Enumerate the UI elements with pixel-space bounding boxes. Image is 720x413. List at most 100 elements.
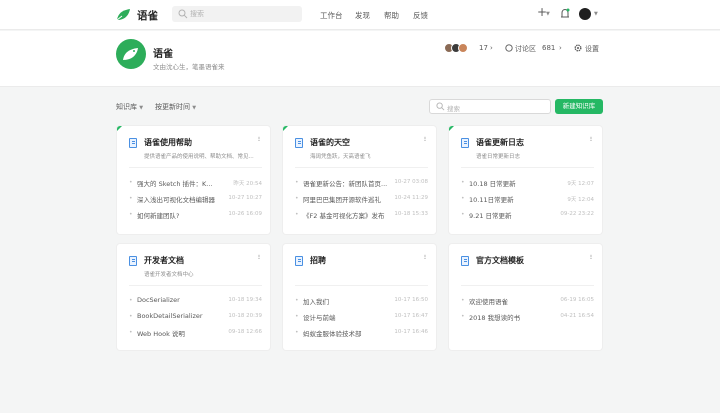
doc-title[interactable]: BookDetailSerializer xyxy=(137,312,232,320)
repo-header: 语雀 文由沈心生，笔墨语雀来 17 › 讨论区 681 › 设置 xyxy=(0,31,720,87)
list-item[interactable]: • 欢迎使用语雀 06-19 16:05 xyxy=(461,294,594,310)
list-item[interactable]: • 10.11日常更新 9天 12:04 xyxy=(461,192,594,208)
list-item[interactable]: • 2018 我想读的书 04-21 16:54 xyxy=(461,310,594,326)
bell-icon[interactable] xyxy=(560,8,570,20)
user-avatar[interactable] xyxy=(579,8,591,20)
chevron-down-icon: ▼ xyxy=(192,105,197,111)
doc-title[interactable]: 10.18 日常更新 xyxy=(469,178,564,188)
bullet: • xyxy=(129,195,133,202)
card-description: 语雀日常更新日志 xyxy=(476,154,521,160)
more-options-icon[interactable]: ··· xyxy=(420,136,429,141)
new-repo-button[interactable]: 新建知识库 xyxy=(555,99,603,114)
search-icon xyxy=(178,9,188,19)
chevron-right-icon: › xyxy=(559,44,562,52)
list-item[interactable]: • 10.18 日常更新 9天 12:07 xyxy=(461,176,594,192)
doc-date: 10-17 16:47 xyxy=(394,313,428,319)
doc-title[interactable]: 蚂蚁金服体验技术部 xyxy=(303,328,398,338)
doc-title[interactable]: 10.11日常更新 xyxy=(469,194,564,204)
list-item[interactable]: • 设计与前端 10-17 16:47 xyxy=(295,310,428,326)
doc-title[interactable]: 设计与前端 xyxy=(303,312,398,322)
member-avatars[interactable] xyxy=(444,43,474,53)
more-options-icon[interactable]: ··· xyxy=(254,254,263,259)
list-item[interactable]: • 强大的 Sketch 插件：K... 昨天 20:54 xyxy=(129,176,262,192)
doc-title[interactable]: 《F2 基金可视化方案》发布 xyxy=(303,210,398,220)
bird-icon xyxy=(123,48,138,60)
global-search-input[interactable]: 搜索 xyxy=(172,6,302,22)
list-item[interactable]: • 阿里巴巴集团开源软件巡礼 10-24 11:29 xyxy=(295,192,428,208)
repo-search-input[interactable]: 搜索 xyxy=(429,99,551,114)
list-item[interactable]: • 加入我们 10-17 16:50 xyxy=(295,294,428,310)
list-item[interactable]: • 《F2 基金可视化方案》发布 10-18 15:33 xyxy=(295,208,428,224)
doc-title[interactable]: DocSerializer xyxy=(137,296,232,304)
book-icon xyxy=(129,256,137,266)
brand-name[interactable]: 语雀 xyxy=(137,8,158,23)
nav-help[interactable]: 帮助 xyxy=(384,10,399,21)
doc-title[interactable]: 深入浅出可视化文档编辑器 xyxy=(137,194,232,204)
list-item[interactable]: • 如何新建团队? 10-26 16:09 xyxy=(129,208,262,224)
list-item[interactable]: • DocSerializer 10-18 19:34 xyxy=(129,294,262,310)
card-title[interactable]: 官方文档模板 xyxy=(476,255,524,266)
doc-date: 10-27 10:27 xyxy=(228,195,262,201)
book-icon xyxy=(129,138,137,148)
filter-dropdown[interactable]: 知识库 ▼ xyxy=(116,102,143,112)
yuque-logo-icon[interactable] xyxy=(115,6,133,24)
card-corner-marker xyxy=(117,126,122,131)
card-title[interactable]: 语雀更新日志 xyxy=(476,137,524,148)
sort-label: 按更新时间 xyxy=(155,103,190,111)
bullet: • xyxy=(129,329,133,336)
list-item[interactable]: • 语雀更新公告：新团队首页... 10-27 03:08 xyxy=(295,176,428,192)
list-item[interactable]: • Web Hook 说明 09-18 12:66 xyxy=(129,326,262,342)
chevron-down-icon: ▼ xyxy=(139,105,144,111)
search-placeholder: 搜索 xyxy=(190,10,204,18)
doc-title[interactable]: 9.21 日常更新 xyxy=(469,210,564,220)
bullet: • xyxy=(461,313,465,320)
repo-card[interactable]: 语雀的天空 海阔凭鱼跃，天高语雀飞 ··· • 语雀更新公告：新团队首页... 10… xyxy=(283,126,436,234)
repo-card[interactable]: 语雀使用帮助 提供语雀产品的使用说明、帮助文档、常见... ··· • 强大的 S… xyxy=(117,126,270,234)
repo-title: 语雀 xyxy=(153,49,173,60)
sort-dropdown[interactable]: 按更新时间 ▼ xyxy=(155,102,196,112)
settings-link[interactable]: 设置 xyxy=(585,44,599,54)
doc-title[interactable]: 阿里巴巴集团开源软件巡礼 xyxy=(303,194,398,204)
bullet: • xyxy=(295,195,299,202)
card-title[interactable]: 语雀的天空 xyxy=(310,137,350,148)
list-item[interactable]: • 9.21 日常更新 09-22 23:22 xyxy=(461,208,594,224)
card-title[interactable]: 开发者文档 xyxy=(144,255,184,266)
doc-title[interactable]: Web Hook 说明 xyxy=(137,328,232,338)
doc-date: 10-24 11:29 xyxy=(394,195,428,201)
more-options-icon[interactable]: ··· xyxy=(254,136,263,141)
repo-card[interactable]: 开发者文档 语雀开发者文档中心 ··· • DocSerializer 10-18 … xyxy=(117,244,270,350)
more-options-icon[interactable]: ··· xyxy=(586,136,595,141)
bullet: • xyxy=(461,297,465,304)
repo-description: 文由沈心生，笔墨语雀来 xyxy=(153,63,225,71)
repo-card[interactable]: 语雀更新日志 语雀日常更新日志 ··· • 10.18 日常更新 9天 12:07 … xyxy=(449,126,602,234)
list-item[interactable]: • 深入浅出可视化文档编辑器 10-27 10:27 xyxy=(129,192,262,208)
bullet: • xyxy=(295,329,299,336)
book-icon xyxy=(295,256,303,266)
repo-card[interactable]: 招聘 ··· • 加入我们 10-17 16:50 • 设计与前端 10-17 16:4… xyxy=(283,244,436,350)
doc-title[interactable]: 语雀更新公告：新团队首页... xyxy=(303,178,398,188)
list-item[interactable]: • BookDetailSerializer 10-18 20:39 xyxy=(129,310,262,326)
doc-title[interactable]: 欢迎使用语雀 xyxy=(469,296,564,306)
card-corner-marker xyxy=(449,126,454,131)
doc-title[interactable]: 加入我们 xyxy=(303,296,398,306)
member-count[interactable]: 17 xyxy=(479,44,488,52)
card-title[interactable]: 语雀使用帮助 xyxy=(144,137,192,148)
card-title[interactable]: 招聘 xyxy=(310,255,326,266)
card-description: 语雀开发者文档中心 xyxy=(144,272,194,278)
more-options-icon[interactable]: ··· xyxy=(420,254,429,259)
discussion-link[interactable]: 讨论区 xyxy=(515,44,536,54)
avatar xyxy=(458,43,468,53)
nav-feedback[interactable]: 反馈 xyxy=(413,10,428,21)
card-description: 提供语雀产品的使用说明、帮助文档、常见... xyxy=(144,154,254,160)
discussion-count[interactable]: 681 xyxy=(542,44,555,52)
doc-title[interactable]: 强大的 Sketch 插件：K... xyxy=(137,178,232,188)
list-item[interactable]: • 蚂蚁金服体验技术部 10-17 16:46 xyxy=(295,326,428,342)
nav-discover[interactable]: 发现 xyxy=(355,10,370,21)
divider xyxy=(129,167,262,168)
repo-card[interactable]: 官方文档模板 ··· • 欢迎使用语雀 06-19 16:05 • 2018 我想读的… xyxy=(449,244,602,350)
doc-title[interactable]: 2018 我想读的书 xyxy=(469,312,564,322)
more-options-icon[interactable]: ··· xyxy=(586,254,595,259)
doc-title[interactable]: 如何新建团队? xyxy=(137,210,232,220)
nav-workbench[interactable]: 工作台 xyxy=(320,10,343,21)
gear-icon xyxy=(574,44,582,52)
